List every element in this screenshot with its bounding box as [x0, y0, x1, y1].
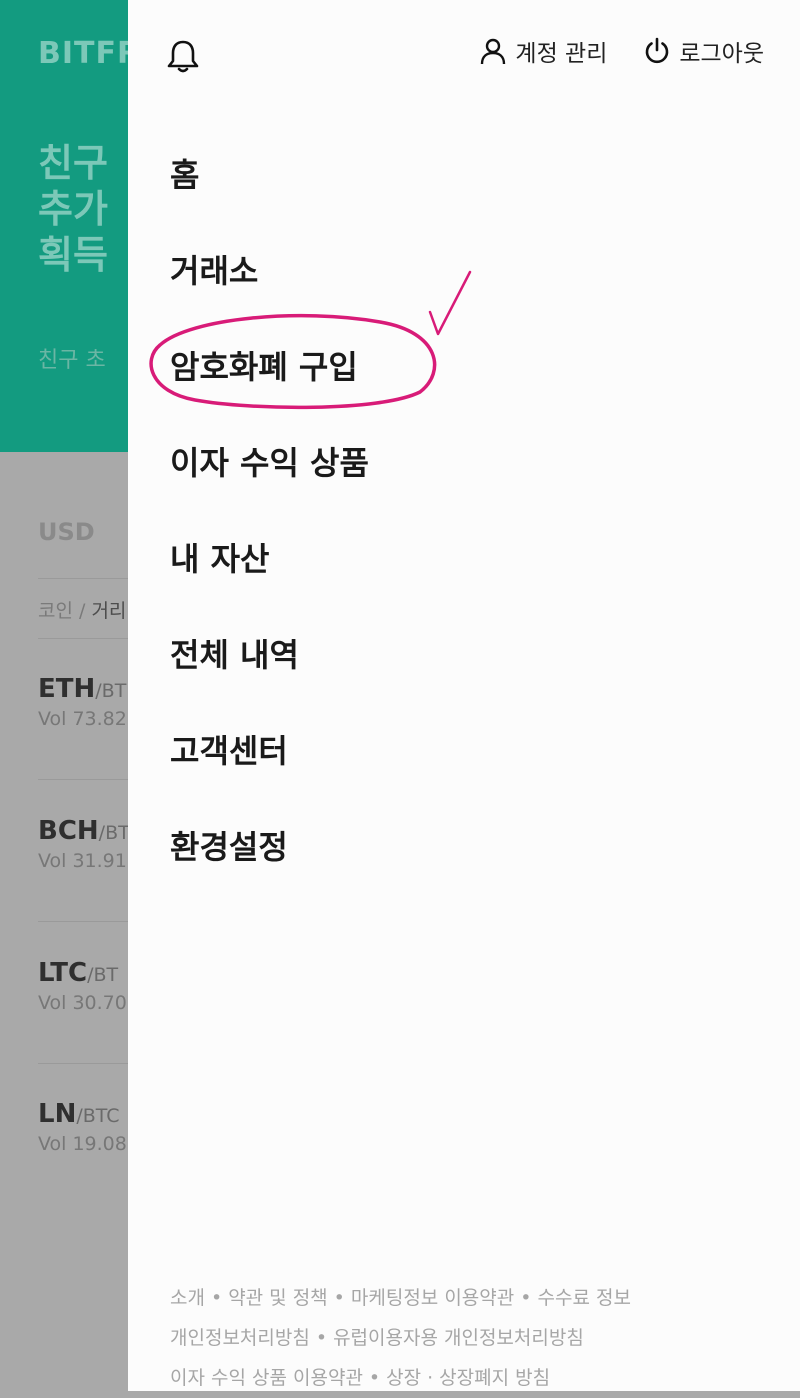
separator: •	[368, 1367, 381, 1389]
coin-volume: Vol 30.70	[38, 992, 127, 1014]
menu-item-settings[interactable]: 환경설정	[170, 814, 369, 910]
account-settings-label: 계정 관리	[515, 41, 608, 67]
navigation-drawer: 계정 관리 로그아웃 홈 거래소 암호화폐 구입 이자 수익 상품 내 자산 전…	[128, 0, 800, 1391]
menu-item-exchange[interactable]: 거래소	[170, 238, 369, 334]
separator: ·	[427, 1367, 434, 1389]
separator: •	[210, 1287, 223, 1309]
account-settings-button[interactable]: 계정 관리	[479, 34, 607, 68]
menu-item-support[interactable]: 고객센터	[170, 718, 369, 814]
separator: •	[520, 1287, 532, 1309]
coin-pair: /BT	[98, 822, 130, 844]
power-icon	[646, 37, 669, 64]
list-item: ETH/BT Vol 73.82	[38, 674, 127, 730]
coin-volume: Vol 19.08	[38, 1133, 127, 1155]
separator: •	[333, 1287, 345, 1309]
coin-pair: /BT	[95, 680, 127, 702]
coin-volume: Vol 73.82	[38, 708, 127, 730]
list-item: BCH/BT Vol 31.91	[38, 816, 130, 872]
logout-label: 로그아웃	[679, 41, 764, 67]
promo-line: 친구	[38, 141, 108, 185]
menu-item-interest-products[interactable]: 이자 수익 상품	[170, 430, 369, 526]
drawer-menu: 홈 거래소 암호화폐 구입 이자 수익 상품 내 자산 전체 내역 고객센터 환…	[170, 142, 369, 910]
drawer-top-actions: 계정 관리 로그아웃	[443, 34, 764, 68]
coin-symbol: BCH	[38, 816, 99, 846]
coin-pair: /BT	[87, 964, 119, 986]
menu-item-my-assets[interactable]: 내 자산	[170, 526, 369, 622]
menu-item-home[interactable]: 홈	[170, 142, 369, 238]
coin-symbol: LN	[38, 1099, 77, 1129]
sort-header: 코인 / 거리	[38, 596, 126, 623]
notification-bell-icon[interactable]	[166, 38, 200, 74]
drawer-footer-links: 소개 • 약관 및 정책 • 마케팅정보 이용약관 • 수수료 정보 개인정보처리방침 • 유럽…	[170, 1278, 631, 1398]
footer-link-terms[interactable]: 약관 및 정책	[228, 1287, 327, 1309]
promo-subtitle: 친구 초	[38, 348, 106, 373]
coin-pair: /BTC	[76, 1105, 120, 1127]
footer-link-about[interactable]: 소개	[170, 1287, 205, 1309]
footer-link-fees[interactable]: 수수료 정보	[537, 1287, 630, 1309]
menu-item-history[interactable]: 전체 내역	[170, 622, 369, 718]
footer-link-interest-terms[interactable]: 이자 수익 상품 이용약관	[170, 1367, 363, 1389]
brand-logo: BITFR	[38, 36, 142, 71]
promo-line: 획득	[38, 233, 108, 277]
menu-item-buy-crypto[interactable]: 암호화폐 구입	[170, 334, 369, 430]
footer-link-delisting-policy[interactable]: 상장폐지 방침	[439, 1367, 550, 1389]
promo-line: 추가	[38, 187, 108, 231]
list-item: LN/BTC Vol 19.08	[38, 1099, 127, 1155]
user-icon	[481, 38, 506, 65]
currency-tab: USD	[38, 518, 95, 546]
coin-volume: Vol 31.91	[38, 850, 127, 872]
footer-link-eu-privacy[interactable]: 유럽이용자용 개인정보처리방침	[333, 1327, 584, 1349]
separator: •	[315, 1327, 328, 1349]
coin-symbol: LTC	[38, 958, 88, 988]
sort-active: 거리	[91, 600, 127, 622]
promo-banner-title: 친구 추가 획득	[38, 140, 108, 278]
sort-prefix: 코인 /	[38, 600, 92, 622]
footer-link-listing[interactable]: 상장	[386, 1367, 421, 1389]
list-item: LTC/BT Vol 30.70	[38, 958, 127, 1014]
footer-link-marketing-terms[interactable]: 마케팅정보 이용약관	[351, 1287, 514, 1309]
logout-button[interactable]: 로그아웃	[643, 34, 764, 68]
coin-symbol: ETH	[38, 674, 96, 704]
footer-link-privacy[interactable]: 개인정보처리방침	[170, 1327, 310, 1349]
